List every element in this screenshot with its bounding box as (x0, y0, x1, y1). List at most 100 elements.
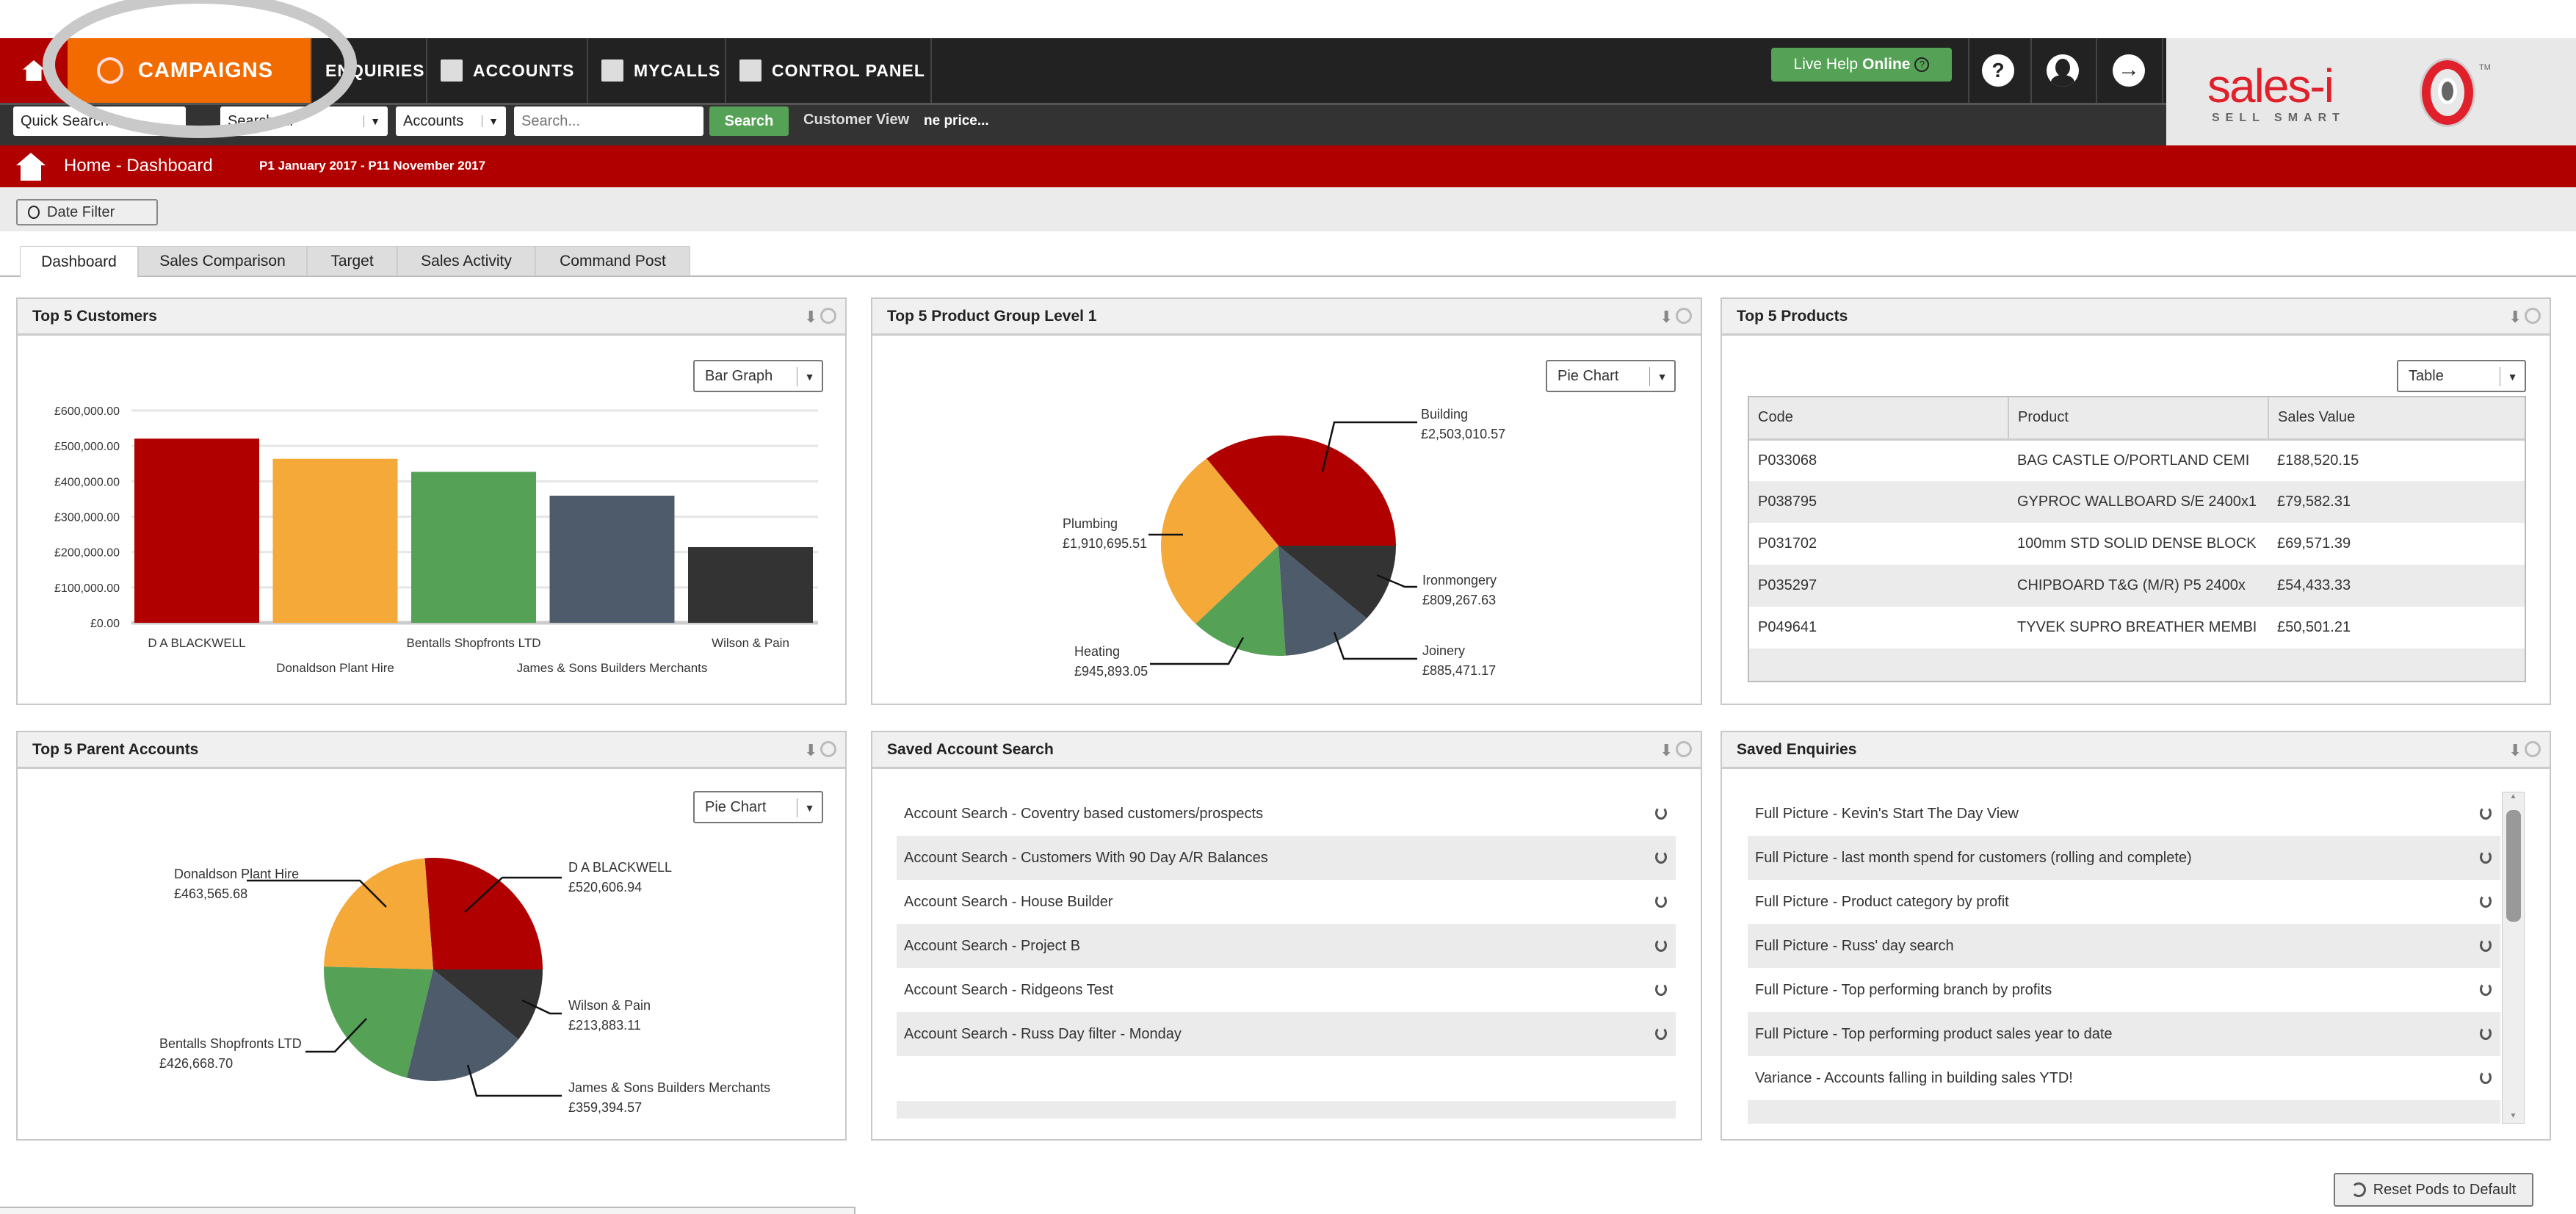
bottom-bar (0, 1207, 855, 1214)
reset-pods-button[interactable]: Reset Pods to Default (2334, 1173, 2533, 1207)
column-header-sales-value[interactable]: Sales Value (2268, 397, 2525, 439)
refresh-icon[interactable] (2480, 806, 2492, 820)
slice-value: £520,606.94 (568, 880, 642, 895)
refresh-icon[interactable] (2480, 939, 2492, 952)
pin-icon[interactable]: ⬇ (2508, 308, 2522, 327)
table-cell: £188,520.15 (2277, 452, 2359, 469)
slice-label: James & Sons Builders Merchants (568, 1080, 770, 1095)
list-item[interactable]: Full Picture - Russ' day search (1748, 924, 2500, 968)
pin-icon[interactable]: ⬇ (1660, 741, 1673, 760)
table-row[interactable]: P049641 TYVEK SUPRO BREATHER MEMBI £50,501… (1749, 607, 2525, 648)
list-item[interactable]: Account Search - Coventry based customer… (897, 792, 1676, 836)
slice-value: £2,503,010.57 (1421, 427, 1505, 441)
slice-value: £945,893.05 (1074, 664, 1148, 679)
slice-label: Ironmongery (1422, 573, 1497, 588)
table-cell: GYPROC WALLBOARD S/E 2400x1 (2017, 494, 2257, 510)
slice-label: Joinery (1422, 643, 1465, 658)
question-icon: ? (1991, 59, 2005, 82)
pod-title: Top 5 Products (1737, 307, 1848, 325)
table-cell: £50,501.21 (2277, 619, 2351, 635)
list-item[interactable]: Full Picture - Top performing branch by … (1748, 968, 2500, 1012)
table-cell: TYVEK SUPRO BREATHER MEMBI (2017, 619, 2257, 635)
search-icon[interactable] (2525, 308, 2541, 324)
table-row[interactable]: P038795 GYPROC WALLBOARD S/E 2400x1 £79,58… (1749, 481, 2525, 523)
pie-slice[interactable] (424, 858, 543, 969)
products-table: Code Product Sales Value P033068 BAG CAST… (1748, 396, 2526, 682)
list-item[interactable]: Account Search - House Builder (897, 880, 1676, 924)
refresh-icon[interactable] (1655, 850, 1667, 864)
table-cell: CHIPBOARD T&G (M/R) P5 2400x (2017, 577, 2246, 593)
table-cell: BAG CASTLE O/PORTLAND CEMI (2017, 452, 2250, 469)
scrollbar[interactable]: ▲ ▼ (2502, 792, 2525, 1124)
refresh-icon[interactable] (1655, 806, 1667, 820)
slice-value: £1,910,695.51 (1063, 536, 1147, 551)
table-cell: P031702 (1758, 535, 1817, 552)
slice-label: Heating (1074, 644, 1120, 659)
list-item[interactable]: Variance - Accounts falling in building … (1748, 1056, 2500, 1100)
table-cell: P049641 (1758, 619, 1817, 635)
search-icon[interactable] (2525, 741, 2541, 757)
refresh-icon[interactable] (1655, 895, 1667, 908)
list-item[interactable]: Account Search - Customers With 90 Day A… (897, 836, 1676, 880)
help-circle-icon: ? (1914, 57, 1930, 72)
table-row[interactable]: P033068 BAG CASTLE O/PORTLAND CEMI £188,52… (1749, 439, 2525, 481)
list-item[interactable] (1748, 1100, 2500, 1124)
slice-value: £463,565.68 (174, 886, 247, 901)
view-select[interactable]: Table ▼ (2397, 360, 2526, 392)
pod-title: Saved Account Search (887, 740, 1054, 758)
refresh-icon[interactable] (1655, 983, 1667, 996)
refresh-icon[interactable] (2480, 1027, 2492, 1040)
table-cell: £69,571.39 (2277, 535, 2351, 552)
table-cell: £54,433.33 (2277, 577, 2351, 593)
leader-line (466, 1064, 562, 1097)
logout-button[interactable]: → (2113, 54, 2145, 87)
table-row[interactable]: P031702 100mm STD SOLID DENSE BLOCK £69,57… (1749, 523, 2525, 565)
pod-saved-enquiries: Saved Enquiries ⬇ Full Picture - Kevin's… (1721, 731, 2551, 1141)
list-item[interactable]: Full Picture - Top performing product sa… (1748, 1012, 2500, 1056)
slice-label: Donaldson Plant Hire (174, 867, 299, 881)
chevron-down-icon: ▼ (2500, 367, 2525, 386)
list-item[interactable]: Full Picture - last month spend for cust… (1748, 836, 2500, 880)
pod-saved-account-search: Saved Account Search ⬇ Account Search - … (871, 731, 1702, 1141)
table-cell: P033068 (1758, 452, 1817, 469)
live-help-button[interactable]: Live Help Online ? (1771, 48, 1952, 82)
profile-button[interactable] (2047, 54, 2079, 87)
sales-i-logo: sales-i SELL SMART TM (2166, 38, 2576, 145)
table-cell: P035297 (1758, 577, 1817, 593)
refresh-icon[interactable] (2480, 895, 2492, 908)
arrow-right-icon: → (2118, 57, 2140, 82)
table-row[interactable]: P035297 CHIPBOARD T&G (M/R) P5 2400x £54,4… (1749, 565, 2525, 607)
list-item[interactable]: Account Search - Project B (897, 924, 1676, 968)
column-header-code[interactable]: Code (1749, 397, 2009, 439)
pin-icon[interactable]: ⬇ (2508, 741, 2522, 760)
scrollbar-thumb[interactable] (2506, 810, 2521, 922)
search-icon[interactable] (1676, 741, 1692, 757)
pod-title: Saved Enquiries (1737, 740, 1857, 758)
pod-top-products: Top 5 Products ⬇ Table ▼ Code Product Sal… (1721, 297, 2551, 705)
refresh-icon[interactable] (2480, 850, 2492, 864)
table-cell: £79,582.31 (2277, 494, 2351, 510)
leader-line (1333, 632, 1417, 660)
refresh-icon[interactable] (1655, 1027, 1667, 1040)
list-item[interactable]: Full Picture - Product category by profi… (1748, 880, 2500, 924)
list-item[interactable]: Full Picture - Kevin's Start The Day Vie… (1748, 792, 2500, 836)
slice-value: £426,668.70 (159, 1056, 233, 1071)
slice-value: £809,267.63 (1422, 593, 1496, 607)
table-cell: P038795 (1758, 494, 1817, 510)
refresh-icon[interactable] (2480, 983, 2492, 996)
refresh-icon[interactable] (1655, 939, 1667, 952)
slice-label: Wilson & Pain (568, 998, 651, 1013)
refresh-icon[interactable] (2480, 1071, 2492, 1084)
refresh-icon (2351, 1182, 2366, 1197)
help-button[interactable]: ? (1982, 54, 2014, 87)
slice-label: Plumbing (1063, 516, 1118, 531)
slice-label: Building (1421, 407, 1468, 422)
list-item[interactable]: Account Search - Ridgeons Test (897, 968, 1676, 1012)
slice-value: £885,471.17 (1422, 663, 1496, 678)
user-icon (2055, 59, 2070, 76)
table-cell: 100mm STD SOLID DENSE BLOCK (2017, 535, 2257, 552)
logo-target-icon (2422, 60, 2473, 125)
pie-slice[interactable] (324, 858, 433, 969)
column-header-product[interactable]: Product (2008, 397, 2269, 439)
list-item[interactable]: Account Search - Russ Day filter - Monda… (897, 1012, 1676, 1056)
